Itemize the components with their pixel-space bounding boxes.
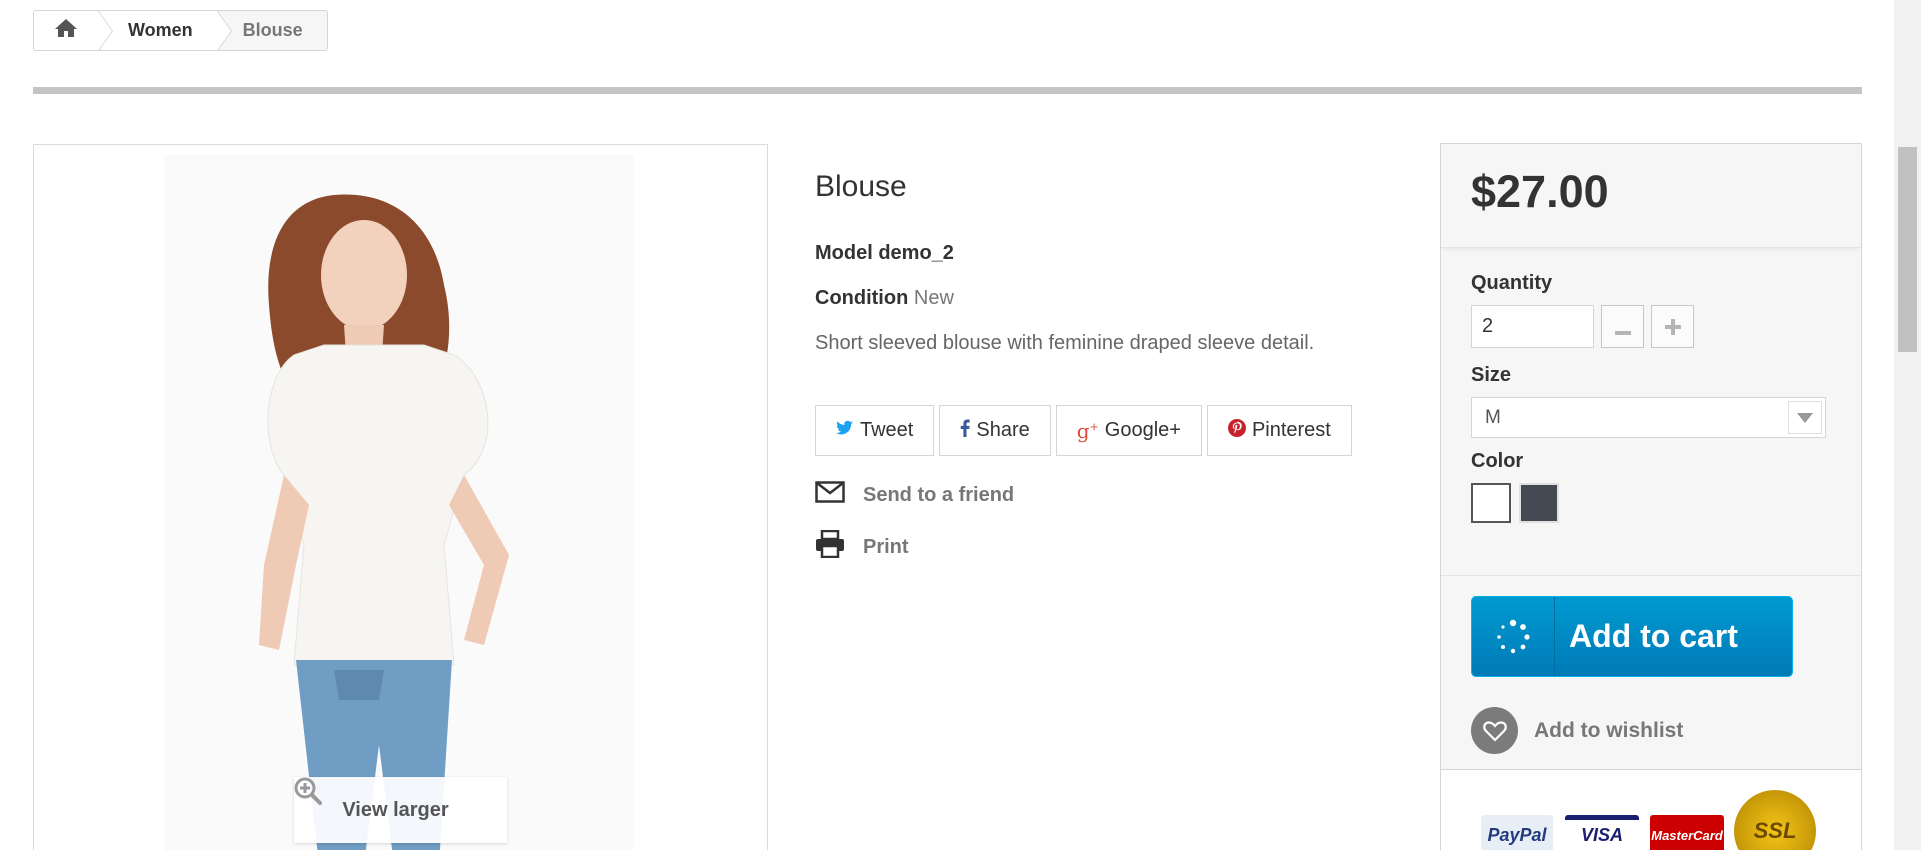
tweet-button[interactable]: Tweet [815,405,935,456]
page-scrollbar[interactable] [1894,0,1921,850]
product-condition: Condition New [815,287,954,309]
facebook-share-button[interactable]: Share [939,405,1051,456]
color-label: Color [1471,450,1524,472]
size-select[interactable]: M [1471,397,1826,438]
loading-spinner-icon [1472,597,1555,676]
twitter-icon [836,419,854,442]
pinterest-icon [1227,418,1246,443]
plus-icon [1664,311,1681,342]
breadcrumb-item-current: Blouse [242,20,303,40]
color-swatches [1471,483,1831,523]
scrollbar-thumb[interactable] [1898,147,1917,352]
mastercard-logo: MasterCard [1650,815,1724,850]
cart-area: Add to cart Add to wishlist [1441,576,1861,754]
paypal-logo: PayPal [1481,815,1553,850]
size-selected-value: M [1485,406,1501,428]
buy-box: $27.00 Quantity Size M Color [1440,143,1862,850]
send-to-friend-link[interactable]: Send to a friend [815,480,1375,510]
quantity-increase-button[interactable] [1651,305,1694,348]
product-model: Model demo_2 [815,242,954,264]
product-image [164,155,634,850]
add-to-wishlist-link[interactable]: Add to wishlist [1471,707,1831,754]
google-plus-icon: g+ [1076,418,1099,443]
print-link[interactable]: Print [815,529,1375,564]
social-share-buttons: Tweet Share g+ Google+ Pinterest [815,405,1375,456]
payment-logos: PayPal VISA MasterCard SSL [1441,769,1861,850]
google-plus-button[interactable]: g+ Google+ [1055,405,1202,456]
product-info: Blouse Model demo_2 Condition New Short … [815,170,1375,584]
printer-icon [815,529,845,564]
quantity-stepper [1471,305,1831,348]
quantity-label: Quantity [1471,272,1553,294]
page-divider [33,87,1862,94]
pinterest-button[interactable]: Pinterest [1206,405,1352,456]
product-title: Blouse [815,170,907,203]
ssl-seal-logo: SSL [1734,790,1816,850]
chevron-down-icon [1788,401,1822,434]
quantity-decrease-button[interactable] [1601,305,1644,348]
product-image-panel[interactable]: View larger [33,144,768,850]
product-price: $27.00 [1471,166,1609,217]
view-larger-button[interactable]: View larger [294,777,507,843]
size-label: Size [1471,364,1512,386]
breadcrumb: Women Blouse [33,10,328,51]
envelope-icon [815,481,845,509]
product-options: Quantity Size M Color [1441,248,1861,576]
breadcrumb-home-link[interactable] [34,11,113,50]
color-swatch-dark[interactable] [1519,483,1559,523]
home-icon [54,18,78,43]
quantity-input[interactable] [1471,305,1594,348]
heart-icon [1471,707,1518,754]
facebook-icon [960,419,971,443]
breadcrumb-item-women[interactable]: Women [98,11,232,50]
product-description: Short sleeved blouse with feminine drape… [815,332,1315,354]
add-to-cart-button[interactable]: Add to cart [1471,596,1793,677]
color-swatch-white[interactable] [1471,483,1511,523]
price-area: $27.00 [1441,144,1861,248]
minus-icon [1614,311,1631,342]
visa-logo: VISA [1565,815,1639,850]
